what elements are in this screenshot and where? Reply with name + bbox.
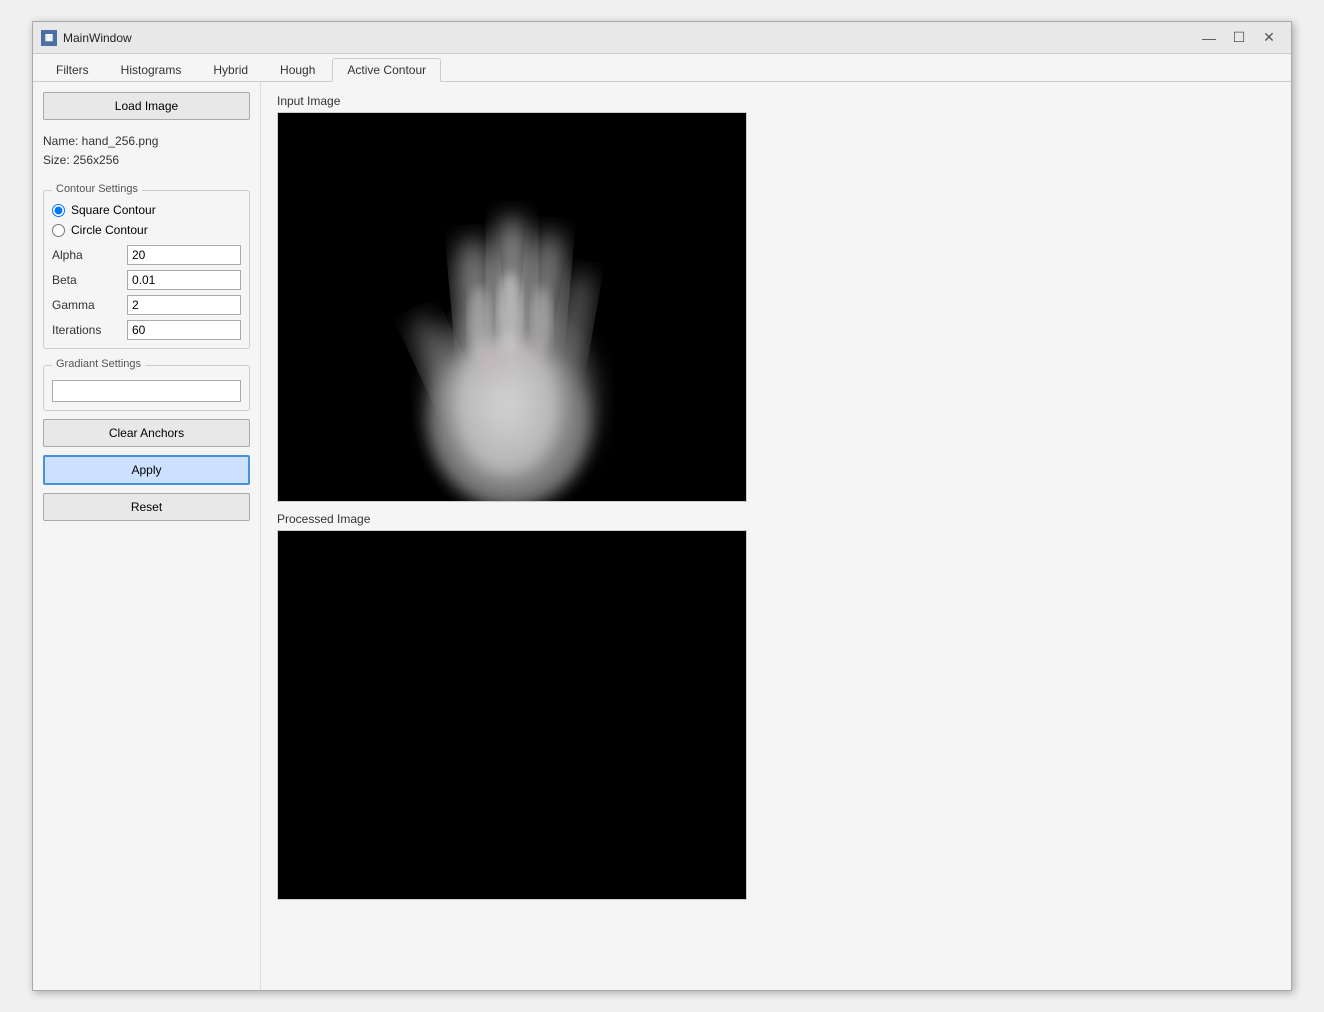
main-window: ▦ MainWindow — ☐ ✕ Filters Histograms Hy… <box>32 21 1292 991</box>
beta-label: Beta <box>52 273 122 287</box>
file-name: Name: hand_256.png <box>43 132 250 151</box>
maximize-button[interactable]: ☐ <box>1225 28 1253 48</box>
iterations-input[interactable] <box>127 320 241 340</box>
circle-contour-label: Circle Contour <box>71 223 148 237</box>
processed-image-label: Processed Image <box>277 512 1275 526</box>
gradient-settings-legend: Gradiant Settings <box>52 358 145 370</box>
contour-settings-group: Contour Settings Square Contour Circle C… <box>43 190 250 349</box>
input-image-container[interactable] <box>277 112 747 502</box>
window-controls: — ☐ ✕ <box>1195 28 1283 48</box>
processed-image-panel: Processed Image <box>277 512 1275 900</box>
content-area: Load Image Name: hand_256.png Size: 256x… <box>33 82 1291 990</box>
tab-histograms[interactable]: Histograms <box>106 58 197 81</box>
circle-contour-option[interactable]: Circle Contour <box>52 223 241 237</box>
tab-hough[interactable]: Hough <box>265 58 330 81</box>
close-button[interactable]: ✕ <box>1255 28 1283 48</box>
input-image-label: Input Image <box>277 94 1275 108</box>
gamma-label: Gamma <box>52 298 122 312</box>
input-image-panel: Input Image <box>277 94 1275 502</box>
tab-filters[interactable]: Filters <box>41 58 104 81</box>
tab-bar: Filters Histograms Hybrid Hough Active C… <box>33 54 1291 82</box>
file-size: Size: 256x256 <box>43 151 250 170</box>
window-title: MainWindow <box>63 31 1195 45</box>
tab-hybrid[interactable]: Hybrid <box>198 58 263 81</box>
square-contour-label: Square Contour <box>71 203 156 217</box>
alpha-label: Alpha <box>52 248 122 262</box>
clear-anchors-button[interactable]: Clear Anchors <box>43 419 250 447</box>
circle-contour-radio[interactable] <box>52 224 65 237</box>
processed-image-container[interactable] <box>277 530 747 900</box>
square-contour-radio[interactable] <box>52 204 65 217</box>
tab-active-contour[interactable]: Active Contour <box>332 58 441 82</box>
window-icon: ▦ <box>41 30 57 46</box>
iterations-label: Iterations <box>52 323 122 337</box>
alpha-input[interactable] <box>127 245 241 265</box>
sidebar: Load Image Name: hand_256.png Size: 256x… <box>33 82 261 990</box>
gradient-settings-group: Gradiant Settings <box>43 365 250 411</box>
gamma-input[interactable] <box>127 295 241 315</box>
minimize-button[interactable]: — <box>1195 28 1223 48</box>
file-info: Name: hand_256.png Size: 256x256 <box>43 128 250 174</box>
contour-settings-legend: Contour Settings <box>52 183 142 195</box>
load-image-button[interactable]: Load Image <box>43 92 250 120</box>
gradient-input[interactable] <box>52 380 241 402</box>
main-image-area: Input Image <box>261 82 1291 990</box>
apply-button[interactable]: Apply <box>43 455 250 485</box>
reset-button[interactable]: Reset <box>43 493 250 521</box>
input-image-svg <box>278 113 746 501</box>
beta-input[interactable] <box>127 270 241 290</box>
title-bar: ▦ MainWindow — ☐ ✕ <box>33 22 1291 54</box>
param-grid: Alpha Beta Gamma Iterations <box>52 245 241 340</box>
square-contour-option[interactable]: Square Contour <box>52 203 241 217</box>
contour-type-group: Square Contour Circle Contour <box>52 203 241 237</box>
